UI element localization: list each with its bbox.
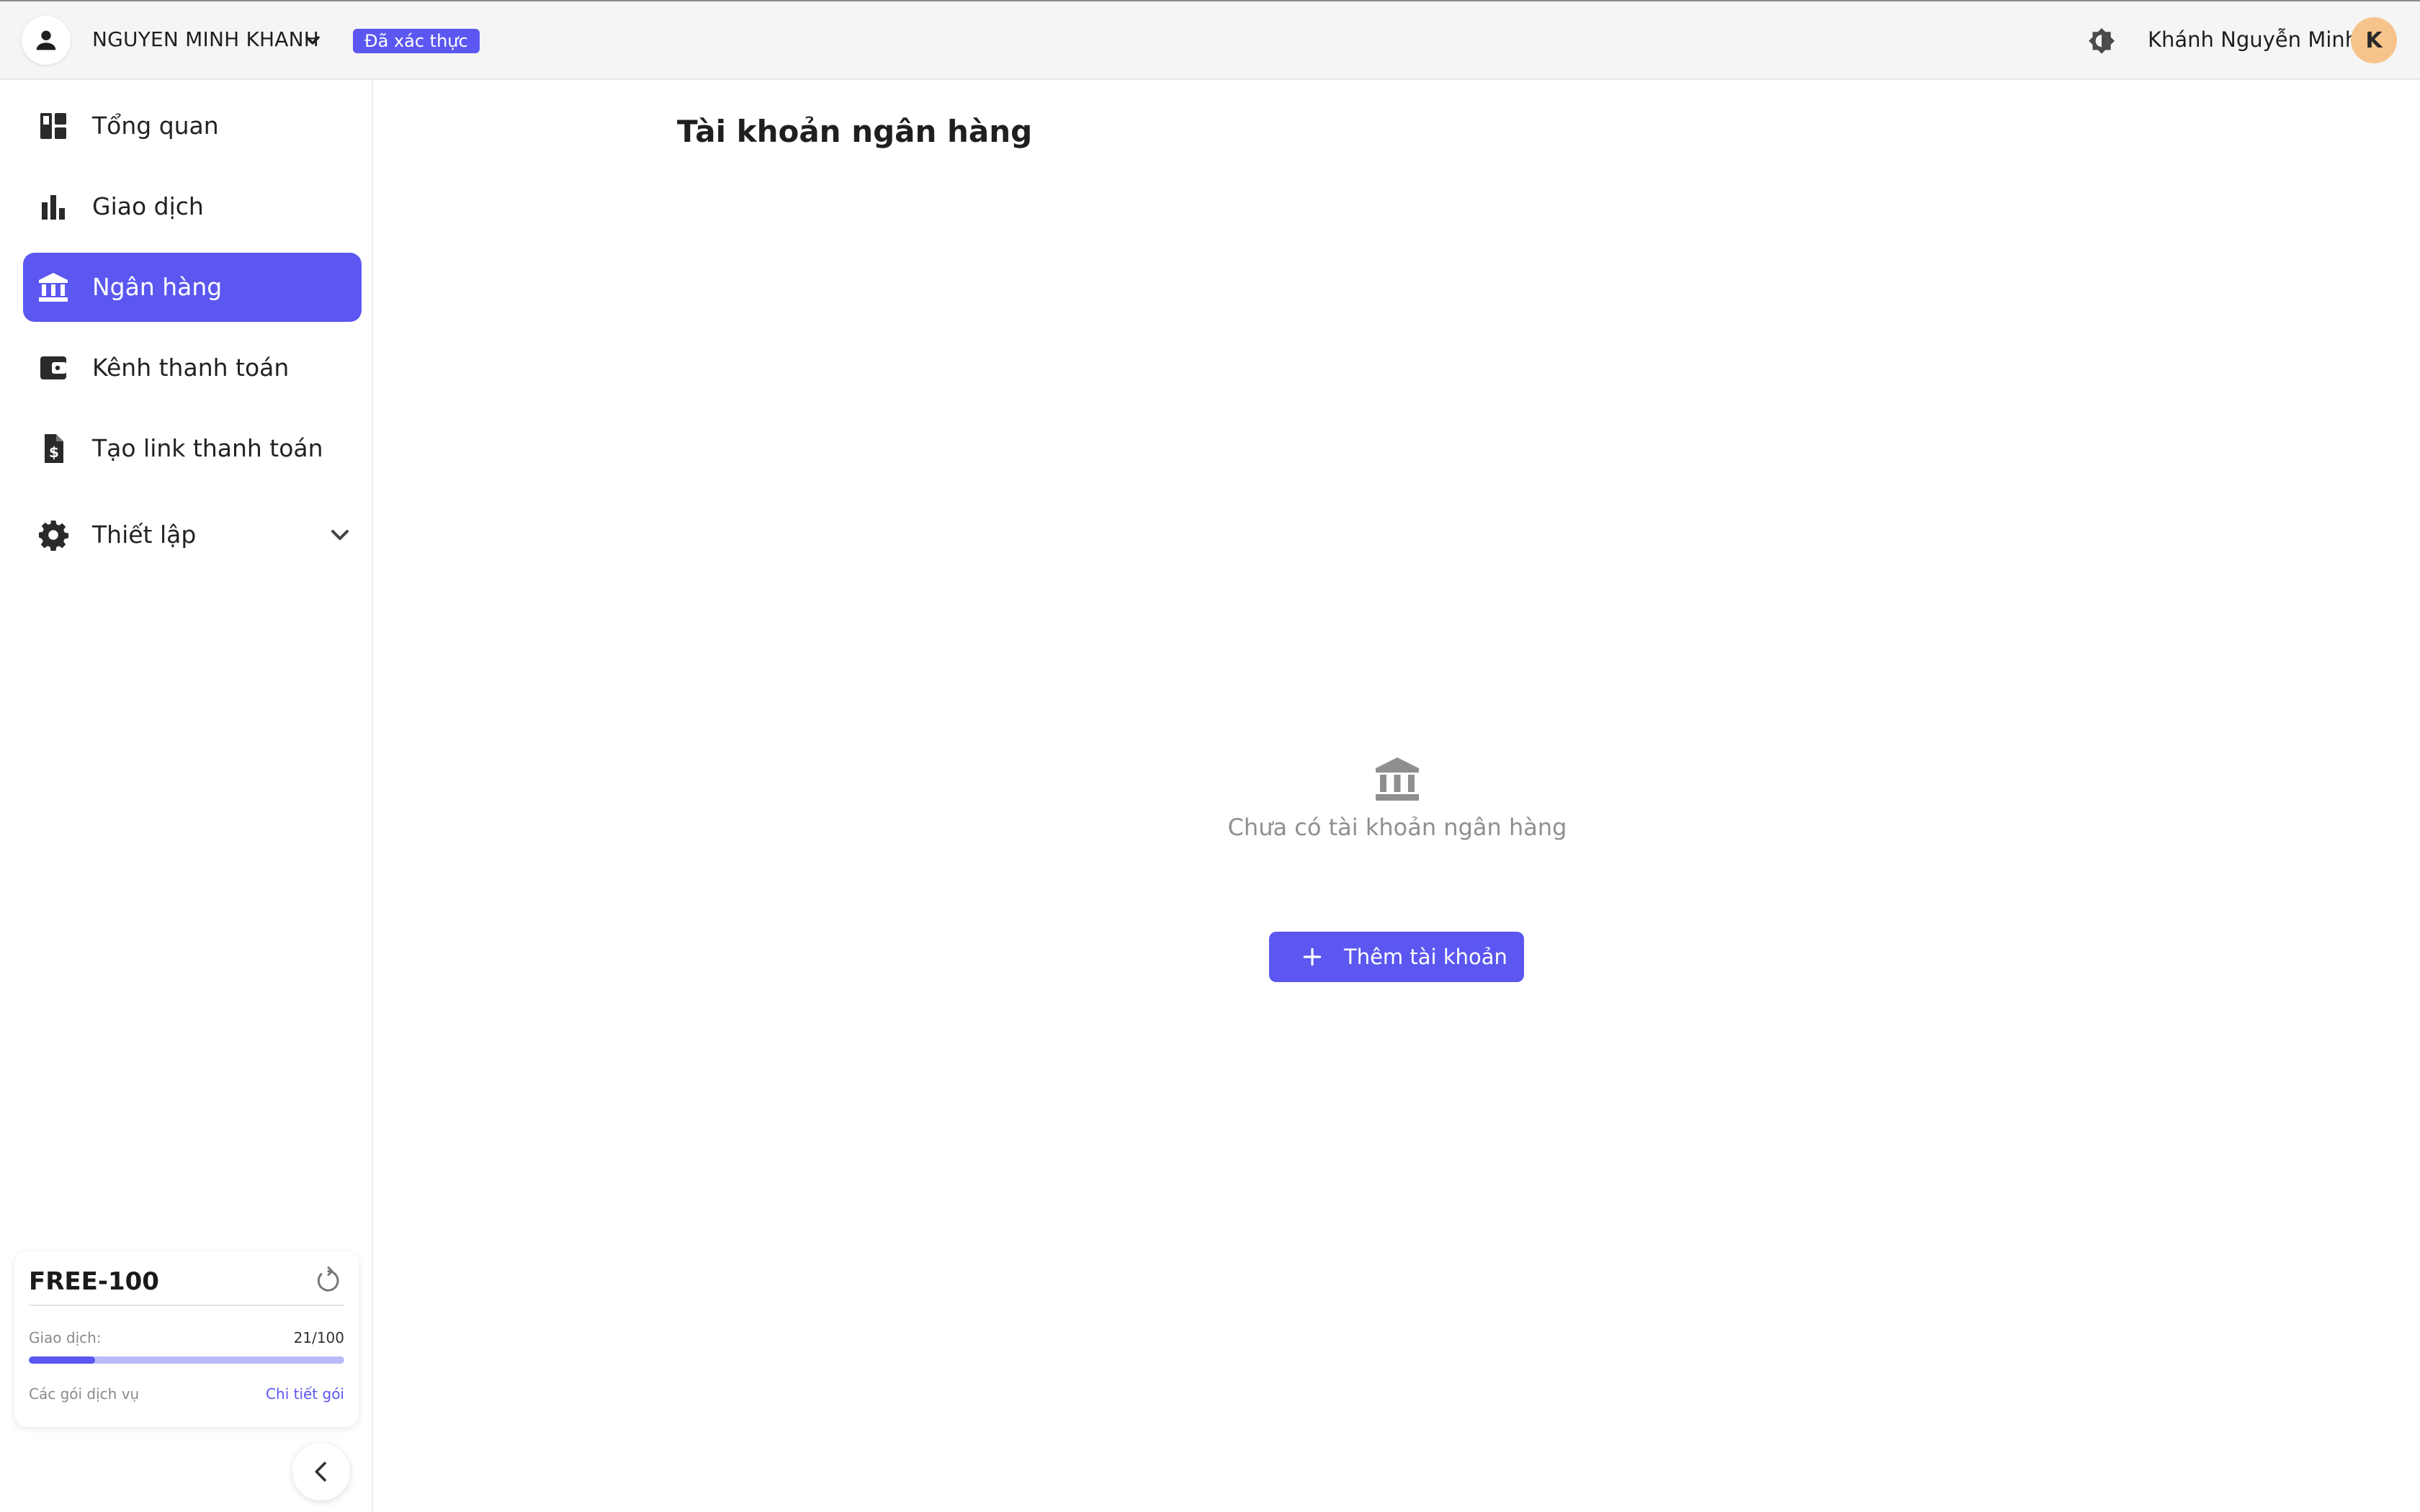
invoice-dollar-icon: $ [45,434,63,463]
sidebar-item-bank[interactable]: Ngân hàng [23,253,362,322]
bank-icon [1376,757,1419,801]
plan-name: FREE-100 [29,1267,159,1296]
sidebar-item-label: Tổng quan [92,112,219,140]
sidebar: Tổng quan Giao dịch Ngân hàng Kênh thanh… [0,80,373,1512]
user-avatar[interactable]: K [2351,17,2397,63]
sidebar-item-label: Thiết lập [92,521,197,549]
empty-state-text: Chưa có tài khoản ngân hàng [1227,814,1567,841]
plan-details-link[interactable]: Chi tiết gói [266,1385,344,1403]
sidebar-item-label: Giao dịch [92,192,204,220]
usage-progress-fill [29,1356,95,1364]
chevron-down-icon[interactable] [326,521,354,549]
transactions-count: 21/100 [293,1329,344,1346]
sidebar-item-label: Tạo link thanh toán [92,434,323,462]
sidebar-item-label: Ngân hàng [92,273,223,301]
dashboard-icon [40,113,66,139]
page-title: Tài khoản ngân hàng [677,114,1033,149]
sidebar-item-payment-channels[interactable]: Kênh thanh toán [23,333,362,402]
verified-badge: Đã xác thực [353,29,480,53]
chevron-down-icon[interactable] [301,29,324,52]
sidebar-item-label: Kênh thanh toán [92,354,290,382]
usage-progress-bar [29,1356,344,1364]
bank-icon [39,273,68,302]
plus-icon [1303,948,1322,966]
account-avatar[interactable] [22,16,71,65]
bar-chart-icon [42,195,65,220]
gear-icon [39,521,68,551]
sidebar-item-overview[interactable]: Tổng quan [23,91,362,161]
transactions-label: Giao dịch: [29,1329,102,1346]
refresh-icon[interactable] [314,1266,343,1295]
brightness-icon[interactable] [2084,24,2119,59]
account-name[interactable]: NGUYEN MINH KHANH [92,27,319,51]
top-bar: NGUYEN MINH KHANH Đã xác thực Khánh Nguy… [0,0,2420,80]
svg-text:$: $ [49,444,59,461]
sidebar-item-transactions[interactable]: Giao dịch [23,172,362,241]
divider [29,1305,344,1306]
sidebar-item-payment-link[interactable]: $ Tạo link thanh toán [23,414,362,483]
chevron-left-icon [315,1462,326,1482]
user-name[interactable]: Khánh Nguyễn Minh [2148,27,2358,52]
collapse-sidebar-button[interactable] [292,1443,350,1500]
plan-card: FREE-100 Giao dịch: 21/100 Các gói dịch … [14,1251,359,1427]
sidebar-item-settings[interactable]: Thiết lập [23,500,362,570]
person-icon [36,30,56,50]
add-account-button[interactable]: Thêm tài khoản [1269,932,1524,982]
add-account-label: Thêm tài khoản [1344,945,1507,969]
services-label: Các gói dịch vụ [29,1385,140,1403]
wallet-icon [40,356,66,379]
